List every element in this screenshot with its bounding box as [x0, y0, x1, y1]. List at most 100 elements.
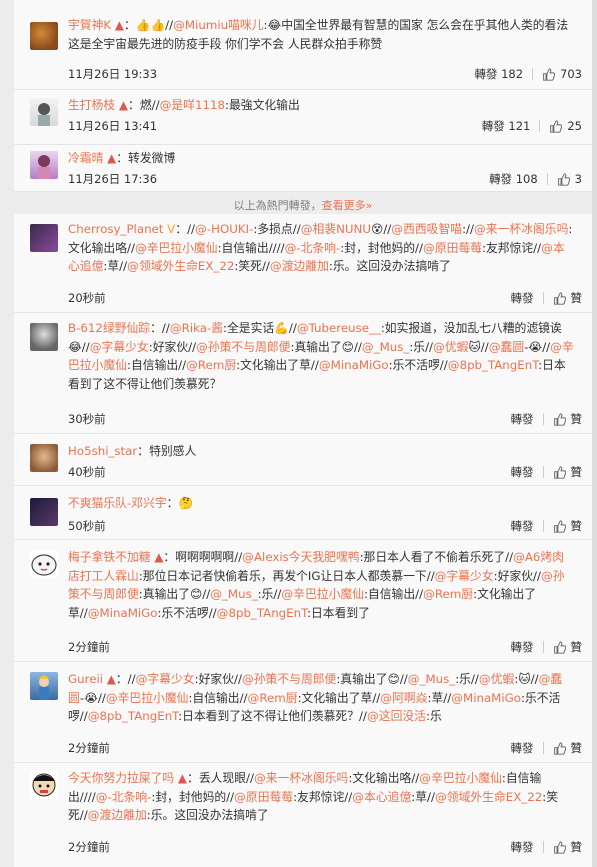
mention-link[interactable]: @渡边離加	[88, 808, 147, 822]
comment-text: //	[399, 672, 408, 686]
mention-link[interactable]: @优蝦	[433, 340, 468, 354]
mention-link[interactable]: @孙策不与周郎便	[196, 340, 290, 354]
mention-link[interactable]: @8pb_TAngEnT	[88, 709, 178, 723]
mention-link[interactable]: @字幕少女	[435, 569, 494, 583]
mention-link[interactable]: @西西吸智喵	[391, 222, 462, 236]
avatar[interactable]	[30, 98, 58, 126]
repost-button[interactable]: 轉發 108	[489, 171, 538, 187]
username[interactable]: Cherrosy_Planet	[68, 222, 163, 236]
mention-link[interactable]: @这回没活	[367, 709, 426, 723]
username[interactable]: 生打杨枝	[68, 98, 115, 112]
mention-link[interactable]: @领域外生命EX_22	[435, 790, 542, 804]
mention-link[interactable]: @领域外生命EX_22	[127, 259, 234, 273]
username[interactable]: 今天你努力拉屎了吗	[68, 771, 174, 785]
mention-link[interactable]: @8pb_TAngEnT	[217, 606, 307, 620]
repost-button[interactable]: 轉發 121	[482, 118, 531, 134]
repost-button[interactable]: 轉發	[511, 464, 534, 480]
view-more-link[interactable]: 查看更多»	[322, 199, 373, 212]
username[interactable]: B-612绿野仙踪	[68, 321, 150, 335]
comment-text: //	[542, 339, 551, 354]
mention-link[interactable]: @辛巴拉小魔仙	[135, 241, 218, 255]
mention-link[interactable]: @Rem厨	[186, 358, 236, 372]
hot-repost-divider: 以上為熱門轉發，查看更多»	[233, 199, 373, 212]
comment-text: :乐//	[455, 672, 479, 686]
mention-link[interactable]: @原田莓莓	[234, 790, 293, 804]
like-button[interactable]: 贊	[553, 639, 582, 655]
repost-button[interactable]: 轉發	[511, 411, 534, 427]
repost-button[interactable]: 轉發 182	[474, 66, 523, 82]
mention-link[interactable]: @-北条响-	[285, 241, 341, 255]
mention-link[interactable]: @孙策不与周郎便	[242, 672, 336, 686]
mention-link[interactable]: @Rem厨	[248, 691, 298, 705]
mention-link[interactable]: @辛巴拉小魔仙	[419, 771, 502, 785]
repost-button[interactable]: 轉發	[511, 740, 534, 756]
username[interactable]: Ho5shi_star	[68, 444, 137, 458]
avatar[interactable]	[30, 151, 58, 179]
avatar[interactable]	[30, 444, 58, 472]
mention-link[interactable]: @-北条响-	[96, 790, 152, 804]
like-button[interactable]: 703	[542, 67, 582, 81]
mention-link[interactable]: @是咩1118	[160, 98, 225, 112]
mention-link[interactable]: @Rika-酱	[170, 321, 223, 335]
comment-text: 燃//	[139, 98, 160, 112]
mention-link[interactable]: @辛巴拉小魔仙	[106, 691, 189, 705]
repost-button[interactable]: 轉發	[511, 290, 534, 306]
mention-link[interactable]: @-HOUKI-	[195, 222, 253, 236]
comment-text: //	[97, 690, 106, 705]
mention-link[interactable]: @本心追億	[352, 790, 411, 804]
like-button[interactable]: 贊	[553, 839, 582, 855]
avatar[interactable]	[30, 22, 58, 50]
mention-link[interactable]: @8pb_TAngEnT	[448, 358, 538, 372]
mention-link[interactable]: @Tubereuse__	[297, 321, 381, 335]
mention-link[interactable]: @辛巴拉小魔仙	[281, 587, 364, 601]
like-button[interactable]: 贊	[553, 464, 582, 480]
mention-link[interactable]: @_Mus_	[210, 587, 257, 601]
mention-link[interactable]: @MinaMiGo	[319, 358, 389, 372]
avatar[interactable]	[30, 672, 58, 700]
comment-text: 转发微博	[128, 151, 176, 165]
like-button[interactable]: 25	[549, 119, 582, 133]
mention-link[interactable]: @渡边離加	[270, 259, 329, 273]
mention-link[interactable]: @来一杯冰阁乐吗	[254, 771, 348, 785]
username[interactable]: Gureii	[68, 672, 103, 686]
avatar[interactable]	[30, 498, 58, 526]
mention-link[interactable]: @字幕少女	[136, 672, 195, 686]
comment-text: :全是实话	[223, 321, 275, 335]
repost-button[interactable]: 轉發	[511, 839, 534, 855]
mention-link[interactable]: @MinaMiGo	[88, 606, 158, 620]
like-button[interactable]: 贊	[553, 290, 582, 306]
mention-link[interactable]: @MinaMiGo	[451, 691, 521, 705]
mention-link[interactable]: @Alexis今天我肥嘿鸭	[242, 550, 359, 564]
mention-link[interactable]: @Miumiu喵咪儿	[173, 18, 263, 32]
avatar[interactable]	[30, 323, 58, 351]
scrollbar[interactable]	[592, 0, 597, 867]
avatar[interactable]	[30, 550, 58, 578]
username[interactable]: 梅子拿铁不加糖	[68, 550, 151, 564]
like-button[interactable]: 贊	[553, 740, 582, 756]
comment-text: //	[81, 339, 90, 354]
mention-link[interactable]: @来一杯冰阁乐吗	[474, 222, 568, 236]
mention-link[interactable]: @_Mus_	[362, 340, 409, 354]
comment-text: :文化输出了草//	[297, 690, 381, 705]
mention-link[interactable]: @相裴NUNU	[301, 222, 371, 236]
username[interactable]: 宇賀神K	[68, 18, 111, 32]
mention-link[interactable]: @原田莓莓	[423, 241, 482, 255]
comment-text: :真输出了	[336, 672, 388, 686]
username[interactable]: 冷霜晴	[68, 151, 103, 165]
like-button[interactable]: 贊	[553, 518, 582, 534]
repost-button[interactable]: 轉發	[511, 639, 534, 655]
avatar[interactable]	[30, 771, 58, 799]
mention-link[interactable]: @Rem厨	[423, 587, 473, 601]
like-button[interactable]: 3	[557, 172, 582, 186]
avatar[interactable]	[30, 224, 58, 252]
username[interactable]: 不爽猫乐队-邓兴宇	[68, 496, 167, 510]
repost-button[interactable]: 轉發	[511, 518, 534, 534]
mention-link[interactable]: @优蝦	[479, 672, 514, 686]
mention-link[interactable]: @字幕少女	[90, 340, 149, 354]
mention-link[interactable]: @_Mus_	[408, 672, 455, 686]
like-button[interactable]: 贊	[553, 411, 582, 427]
mention-link[interactable]: @阿啊焱	[380, 691, 427, 705]
comment-text: :好家伙//	[194, 672, 242, 686]
mention-link[interactable]: @蠢圆	[489, 340, 524, 354]
comment-body: 不爽猫乐队-邓兴宇：🤔	[68, 496, 194, 510]
